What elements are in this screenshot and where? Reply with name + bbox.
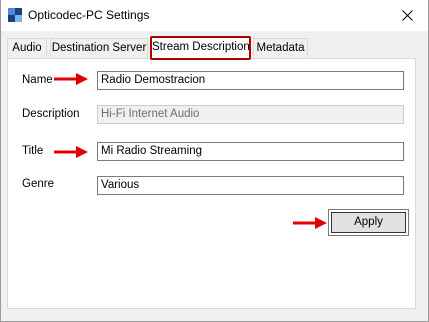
tab-metadata[interactable]: Metadata [253,38,308,57]
description-label: Description [22,108,80,120]
window-border [0,0,1,322]
name-label: Name [22,74,53,86]
tab-destination-server[interactable]: Destination Server [50,38,148,57]
title-label: Title [22,145,44,157]
genre-field[interactable]: Various [97,176,404,195]
close-button[interactable] [387,0,427,31]
arrow-annotation-apply [293,217,327,229]
genre-label: Genre [22,178,54,190]
title-bar[interactable]: Opticodec-PC Settings [1,0,428,31]
window-title: Opticodec-PC Settings [28,8,150,22]
description-field: Hi-Fi Internet Audio [97,105,404,124]
tab-stream-description[interactable]: Stream Description [151,36,250,58]
settings-window: Opticodec-PC Settings Audio Destination … [0,0,429,322]
apply-button[interactable]: Apply [331,212,406,233]
app-icon [7,7,23,23]
close-icon [401,10,413,21]
tab-audio[interactable]: Audio [7,38,47,57]
name-field[interactable]: Radio Demostracion [97,71,404,90]
title-field[interactable]: Mi Radio Streaming [97,142,404,161]
arrow-annotation-name [54,73,88,85]
arrow-annotation-title [54,146,88,158]
